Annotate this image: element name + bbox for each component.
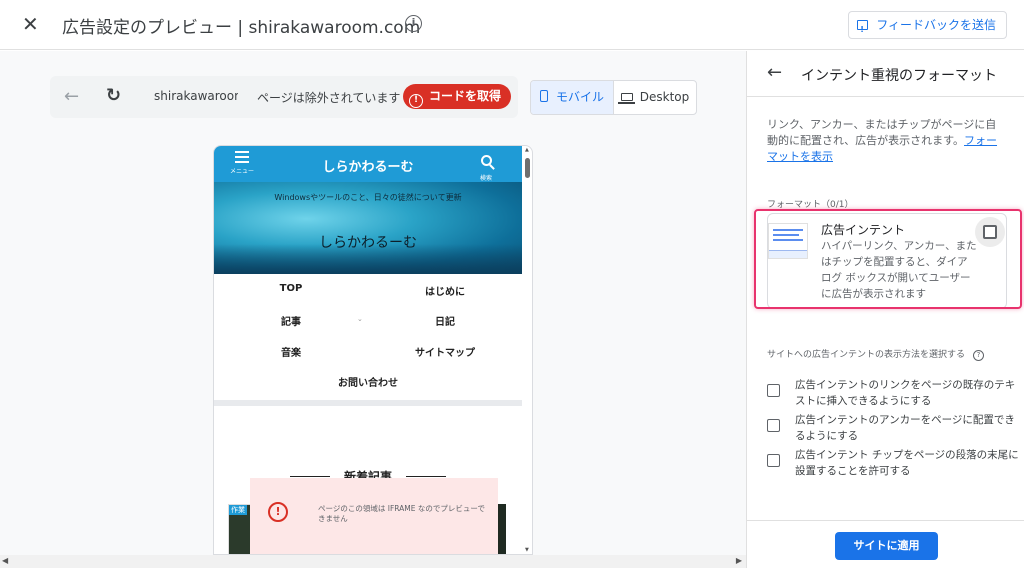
get-code-button[interactable]: ! コードを取得 xyxy=(403,84,512,109)
display-method-text: サイトへの広告インテントの表示方法を選択する xyxy=(767,350,966,360)
site-hero-image: Windowsやツールのこと、日々の徒然について更新 しらかわるーむ xyxy=(214,182,522,274)
reload-icon[interactable]: ↻ xyxy=(106,85,121,106)
info-icon[interactable]: i xyxy=(405,15,422,32)
send-feedback-label: フィードバックを送信 xyxy=(876,18,996,32)
display-method-label: サイトへの広告インテントの表示方法を選択する? xyxy=(767,347,985,361)
error-icon: ! xyxy=(268,502,288,522)
iframe-notice: ! ページのこの領域は IFRAME なのでプレビューできません xyxy=(250,478,498,554)
heading-rule-right xyxy=(406,476,446,477)
chevron-down-icon: ⌄ xyxy=(357,315,363,323)
panel-header: ← インテント重視のフォーマット xyxy=(747,51,1024,97)
thumb-line xyxy=(773,239,803,241)
nav-item-music[interactable]: 音楽 xyxy=(214,344,368,359)
settings-panel: ← インテント重視のフォーマット リンク、アンカー、またはチップがページに自動的… xyxy=(746,51,1024,568)
scroll-up-icon[interactable]: ▲ xyxy=(525,147,529,153)
post-category-badge: 作業 xyxy=(229,505,247,515)
mobile-toggle-button[interactable]: モバイル xyxy=(531,81,614,114)
site-header: メニュー しらかわるーむ 検索 xyxy=(214,146,522,182)
laptop-icon xyxy=(617,93,635,104)
preview-area: ← ↻ shirakawaroom ページは除外されています ! コードを取得 モ… xyxy=(0,51,746,568)
mobile-label: モバイル xyxy=(555,90,604,104)
panel-title: インテント重視のフォーマット xyxy=(801,68,997,84)
preview-scrollbar[interactable]: ▲ ▼ xyxy=(525,147,531,553)
phone-icon xyxy=(539,90,548,102)
page-status: ページは除外されています xyxy=(257,91,401,105)
nav-item-diary[interactable]: 日記 xyxy=(368,313,522,328)
nav-item-top[interactable]: TOP xyxy=(214,283,368,294)
site-search-button[interactable]: 検索 xyxy=(476,151,496,182)
scroll-down-icon[interactable]: ▼ xyxy=(525,547,529,553)
divider xyxy=(214,400,522,406)
panel-description-text: リンク、アンカー、またはチップがページに自動的に配置され、広告が表示されます。 xyxy=(767,118,997,147)
page-title: 広告設定のプレビュー | shirakawaroom.com xyxy=(62,18,421,38)
thumb-line xyxy=(773,234,799,236)
mobile-preview-frame[interactable]: メニュー しらかわるーむ 検索 Windowsやツールのこと、日々の徒然について… xyxy=(213,145,533,555)
nav-item-articles[interactable]: 記事 xyxy=(214,313,368,328)
back-arrow-icon[interactable]: ← xyxy=(64,86,79,107)
option-label: 広告インテントのアンカーをページに配置できるようにする xyxy=(795,414,1015,442)
close-icon[interactable]: ✕ xyxy=(22,13,39,35)
preview-url: shirakawaroom xyxy=(154,89,238,103)
panel-description: リンク、アンカー、またはチップがページに自動的に配置され、広告が表示されます。フ… xyxy=(767,117,1007,165)
option-checkbox[interactable] xyxy=(767,454,780,467)
feedback-icon xyxy=(857,17,869,43)
get-code-label: コードを取得 xyxy=(429,89,502,103)
option-checkbox[interactable] xyxy=(767,384,780,397)
search-icon xyxy=(480,155,492,166)
panel-footer: サイトに適用 xyxy=(747,520,1024,568)
iframe-notice-text: ページのこの領域は IFRAME なのでプレビューできません xyxy=(318,504,485,523)
nav-item-contact[interactable]: お問い合わせ xyxy=(291,374,445,389)
top-bar: ✕ 広告設定のプレビュー | shirakawaroom.com i フィードバ… xyxy=(0,0,1024,50)
format-description: ハイパーリンク、アンカー、またはチップを配置すると、ダイアログ ボックスが開いて… xyxy=(821,240,977,300)
warning-icon: ! xyxy=(409,94,423,108)
format-checkbox-hover[interactable] xyxy=(975,217,1005,247)
thumb-line xyxy=(773,229,803,231)
heading-rule-left xyxy=(289,476,330,477)
help-icon[interactable]: ? xyxy=(973,350,985,361)
site-nav: TOP はじめに 記事 ⌄ 日記 音楽 サイトマップ お問い合わせ xyxy=(214,274,522,400)
desktop-label: Desktop xyxy=(639,90,690,104)
post-card-thumbnail[interactable]: 作業 xyxy=(228,504,252,554)
send-feedback-button[interactable]: フィードバックを送信 xyxy=(848,11,1007,43)
apply-to-site-button[interactable]: サイトに適用 xyxy=(835,532,938,560)
scrollbar-thumb[interactable] xyxy=(525,158,530,178)
scroll-right-icon[interactable]: ▶ xyxy=(736,556,742,565)
scroll-left-icon[interactable]: ◀ xyxy=(2,556,8,565)
format-title: 広告インテント xyxy=(821,223,906,237)
thumb-chip-bar xyxy=(769,250,807,258)
ad-intent-thumbnail xyxy=(768,223,808,259)
format-checkbox[interactable] xyxy=(983,225,997,239)
search-label: 検索 xyxy=(479,175,492,182)
site-tagline: Windowsやツールのこと、日々の徒然について更新 xyxy=(274,193,462,202)
nav-item-sitemap[interactable]: サイトマップ xyxy=(368,344,522,359)
nav-item-intro[interactable]: はじめに xyxy=(368,283,522,298)
option-label: 広告インテント チップをページの段落の末尾に設置することを許可する xyxy=(795,449,1019,477)
option-label: 広告インテントのリンクをページの既存のテキストに挿入できるようにする xyxy=(795,379,1016,407)
preview-toolbar: ← ↻ shirakawaroom ページは除外されています ! コードを取得 xyxy=(50,76,518,118)
hero-site-name: しらかわるーむ xyxy=(319,235,417,251)
device-toggle: モバイル Desktop xyxy=(530,80,697,115)
panel-back-icon[interactable]: ← xyxy=(767,62,782,83)
horizontal-scrollbar[interactable]: ◀ ▶ xyxy=(0,555,746,568)
option-checkbox[interactable] xyxy=(767,419,780,432)
desktop-toggle-button[interactable]: Desktop xyxy=(614,81,696,114)
